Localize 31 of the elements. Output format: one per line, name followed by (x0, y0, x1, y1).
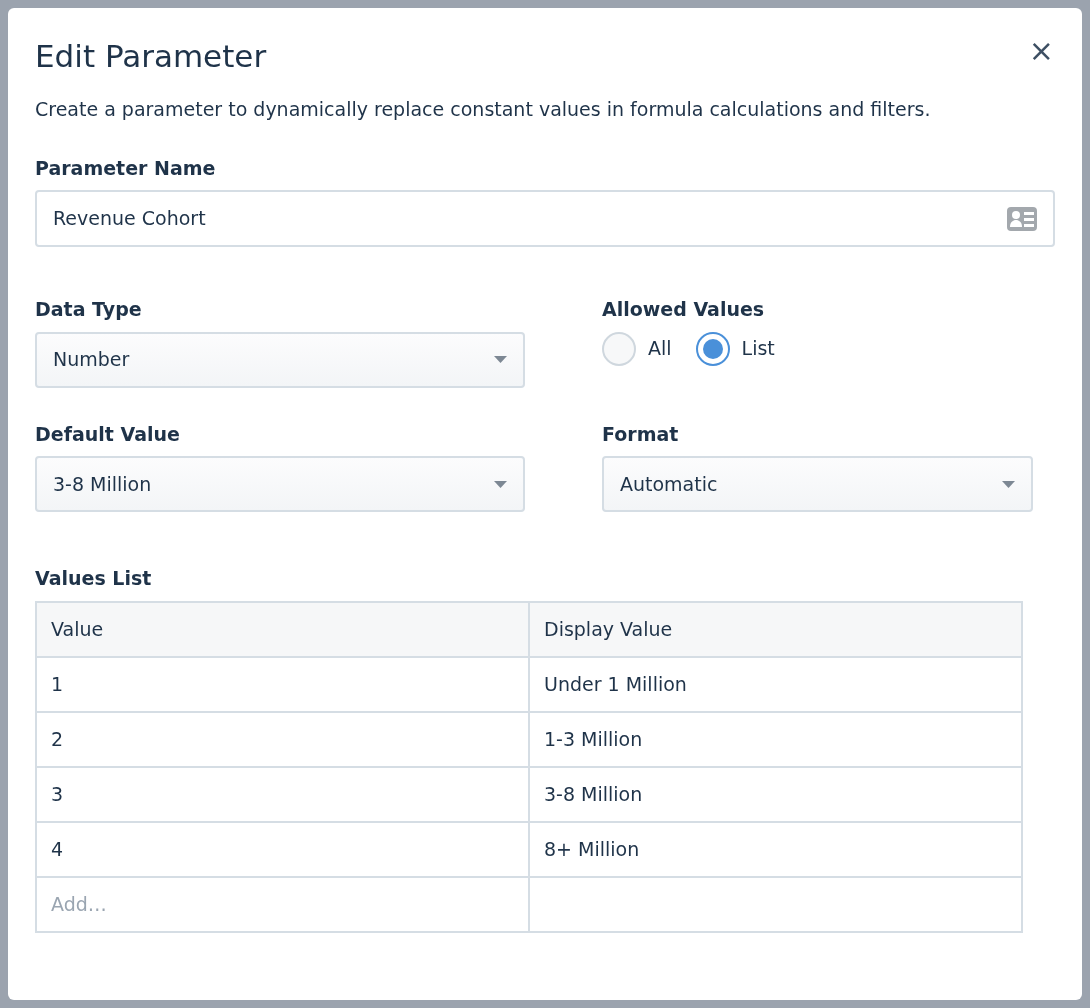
table-cell: 1 (36, 656, 529, 712)
default-value-dropdown[interactable]: 3-8 Million (35, 456, 525, 513)
contact-card-icon (1007, 206, 1037, 231)
column-header: Display Value (529, 601, 1022, 657)
caret-icon (494, 480, 507, 488)
field-label: Values List (35, 566, 152, 592)
name-input-field[interactable]: Revenue Cohort (35, 190, 1055, 248)
format-dropdown[interactable]: Automatic (602, 456, 1033, 513)
data-type-dropdown[interactable]: Number (35, 331, 525, 388)
radio-button[interactable] (695, 331, 730, 366)
description-text: Create a parameter to dynamically replace constant values in formula calculations and filters. (35, 97, 932, 123)
table-cell: 3-8 Million (529, 766, 1022, 822)
table-cell: 8+ Million (529, 821, 1022, 877)
table-cell: Under 1 Million (529, 656, 1022, 712)
caret-icon (494, 356, 507, 364)
table-cell: 2 (36, 711, 529, 767)
column-header: Value (36, 601, 529, 657)
field-label: Data Type (35, 297, 142, 323)
field-label: Allowed Values (602, 297, 765, 323)
field-label: Parameter Name (35, 155, 216, 181)
table-cell: 3 (36, 766, 529, 822)
radio-option[interactable]: List (695, 331, 775, 366)
field-label: Default Value (35, 421, 180, 447)
table-cell: 4 (36, 821, 529, 877)
table-cell: 1-3 Million (529, 711, 1022, 767)
close-button[interactable]: × (1022, 36, 1060, 66)
caret-icon (1002, 480, 1015, 488)
dialog-title: Edit Parameter (35, 38, 267, 76)
field-label: Format (602, 421, 679, 447)
radio-option[interactable]: All (602, 331, 672, 366)
empty-cell-input[interactable] (529, 876, 1022, 932)
